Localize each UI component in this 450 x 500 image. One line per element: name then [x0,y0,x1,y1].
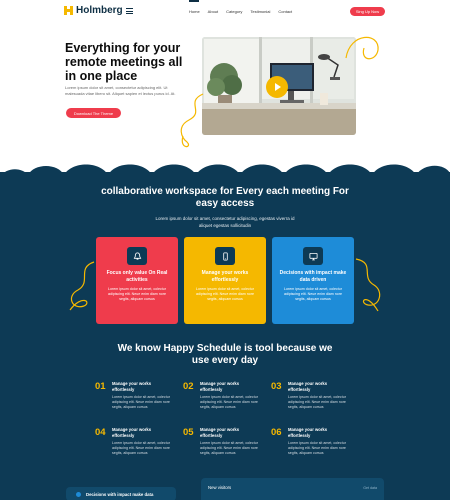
feature-title: Manage your works effortlessly [288,381,328,392]
feature-card-manage[interactable]: Manage your works effortlessly Lorem ips… [184,237,266,324]
feature-title: Manage your works effortlessly [200,381,240,392]
card-title: Manage your works effortlessly [201,270,249,283]
card-title: Decisions with impact make data driven [279,270,347,283]
feature-number: 04 [95,427,106,438]
feature-card-focus[interactable]: Focus only value On Real activities Lore… [96,237,178,324]
mobile-icon [215,247,235,265]
workspace-subtitle: Lorem ipsum dolor sit amet, consectetur … [155,216,295,228]
decisions-pill-label: Decisions with impact make data [86,491,154,497]
hero-title: Everything for your remote meetings all … [65,41,183,83]
hero-description: Lorem ipsum dolor sit amet, consectetur … [65,85,176,96]
visitors-link[interactable]: Get data [363,486,377,490]
feature-number: 01 [95,381,106,392]
feature-text: Lorem ipsum dolor sit amet, colectur adi… [288,395,346,410]
workspace-title: collaborative workspace for Every each m… [101,186,349,209]
logo-icon [64,6,73,15]
nav-item-contact[interactable]: Contact [278,9,292,14]
feature-number: 03 [271,381,282,392]
nav-item-home[interactable]: Home [189,9,200,14]
decisions-pill[interactable]: Decisions with impact make data [66,487,176,500]
feature-item-05: 05 Manage your works effortlessly Lorem … [183,427,265,463]
bell-icon [127,247,147,265]
feature-title: Manage your works effortlessly [112,427,152,438]
nav-item-category[interactable]: Category [226,9,242,14]
card-title: Focus only value On Real activities [106,270,168,283]
menu-icon[interactable] [126,8,133,14]
brand-name: Holmberg [76,5,123,16]
card-text: Lorem ipsum dolor sit amet, colectur adi… [196,287,254,302]
feature-item-02: 02 Manage your works effortlessly Lorem … [183,381,265,417]
nav-item-testimonial[interactable]: Testimonial [250,9,270,14]
signup-button[interactable]: Sing Up Now [350,7,385,16]
info-dot-icon [76,491,81,497]
feature-text: Lorem ipsum dolor sit amet, colectur adi… [112,395,170,410]
feature-item-03: 03 Manage your works effortlessly Lorem … [271,381,353,417]
play-video-button[interactable] [266,76,288,98]
main-nav: Home About Category Testimonial Contact [189,9,292,14]
monitor-icon [303,247,323,265]
feature-number: 05 [183,427,194,438]
card-text: Lorem ipsum dolor sit amet, colectur adi… [284,287,342,302]
feature-item-01: 01 Manage your works effortlessly Lorem … [95,381,177,417]
nav-active-indicator [189,0,199,2]
feature-number: 06 [271,427,282,438]
schedule-title: We know Happy Schedule is tool because w… [117,343,333,366]
site-header: Holmberg Home About Category Testimonial… [0,0,450,24]
feature-text: Lorem ipsum dolor sit amet, colectur adi… [200,441,258,456]
feature-item-06: 06 Manage your works effortlessly Lorem … [271,427,353,463]
feature-title: Manage your works effortlessly [288,427,328,438]
feature-title: Manage your works effortlessly [112,381,152,392]
feature-title: Manage your works effortlessly [200,427,240,438]
feature-text: Lorem ipsum dolor sit amet, colectur adi… [112,441,170,456]
feature-card-decisions[interactable]: Decisions with impact make data driven L… [272,237,354,324]
download-theme-button[interactable]: Download The Theme [66,108,121,118]
feature-item-04: 04 Manage your works effortlessly Lorem … [95,427,177,463]
nav-item-about[interactable]: About [208,9,218,14]
card-text: Lorem ipsum dolor sit amet, colectur adi… [108,287,166,302]
feature-text: Lorem ipsum dolor sit amet, colectur adi… [288,441,346,456]
visitors-card: New visitors Get data [201,478,384,500]
visitors-title: New visitors [208,485,232,490]
brand-logo[interactable]: Holmberg [64,5,123,16]
feature-number: 02 [183,381,194,392]
feature-text: Lorem ipsum dolor sit amet, colectur adi… [200,395,258,410]
